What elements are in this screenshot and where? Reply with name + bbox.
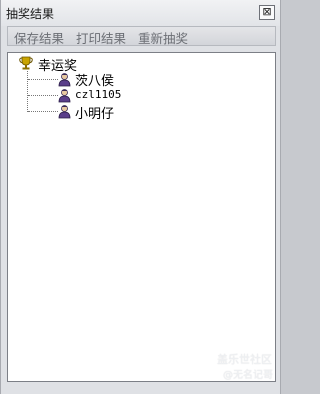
winner-name: 茨八侯 [75,74,115,89]
watermark-line-2: @无名记哥 [223,370,273,381]
tree-connector-line [28,111,58,112]
person-icon [58,89,71,103]
menu-bar: 保存结果 打印结果 重新抽奖 [7,26,276,46]
trophy-icon [19,56,33,70]
lottery-result-window: 抽奖结果 ⊠ 保存结果 打印结果 重新抽奖 幸运奖 茨八侯 czl1105 小明… [0,0,281,394]
person-icon [58,105,71,119]
close-button[interactable]: ⊠ [259,5,275,20]
winner-name: czl1105 [75,88,122,101]
title-bar[interactable]: 抽奖结果 ⊠ [1,0,280,26]
person-icon [58,73,71,87]
result-tree: 幸运奖 茨八侯 czl1105 小明仔 盖乐世社区 @无名记哥 [7,52,276,382]
tree-connector-line [28,79,58,80]
window-title: 抽奖结果 [6,7,55,21]
redraw-menu-item[interactable]: 重新抽奖 [138,28,188,47]
winner-name: 小明仔 [75,107,115,122]
tree-connector-line [28,95,58,96]
tree-connector-line [27,71,28,112]
watermark-line-1: 盖乐世社区 [217,353,272,366]
save-result-menu-item[interactable]: 保存结果 [14,28,64,47]
print-result-menu-item[interactable]: 打印结果 [76,28,126,47]
